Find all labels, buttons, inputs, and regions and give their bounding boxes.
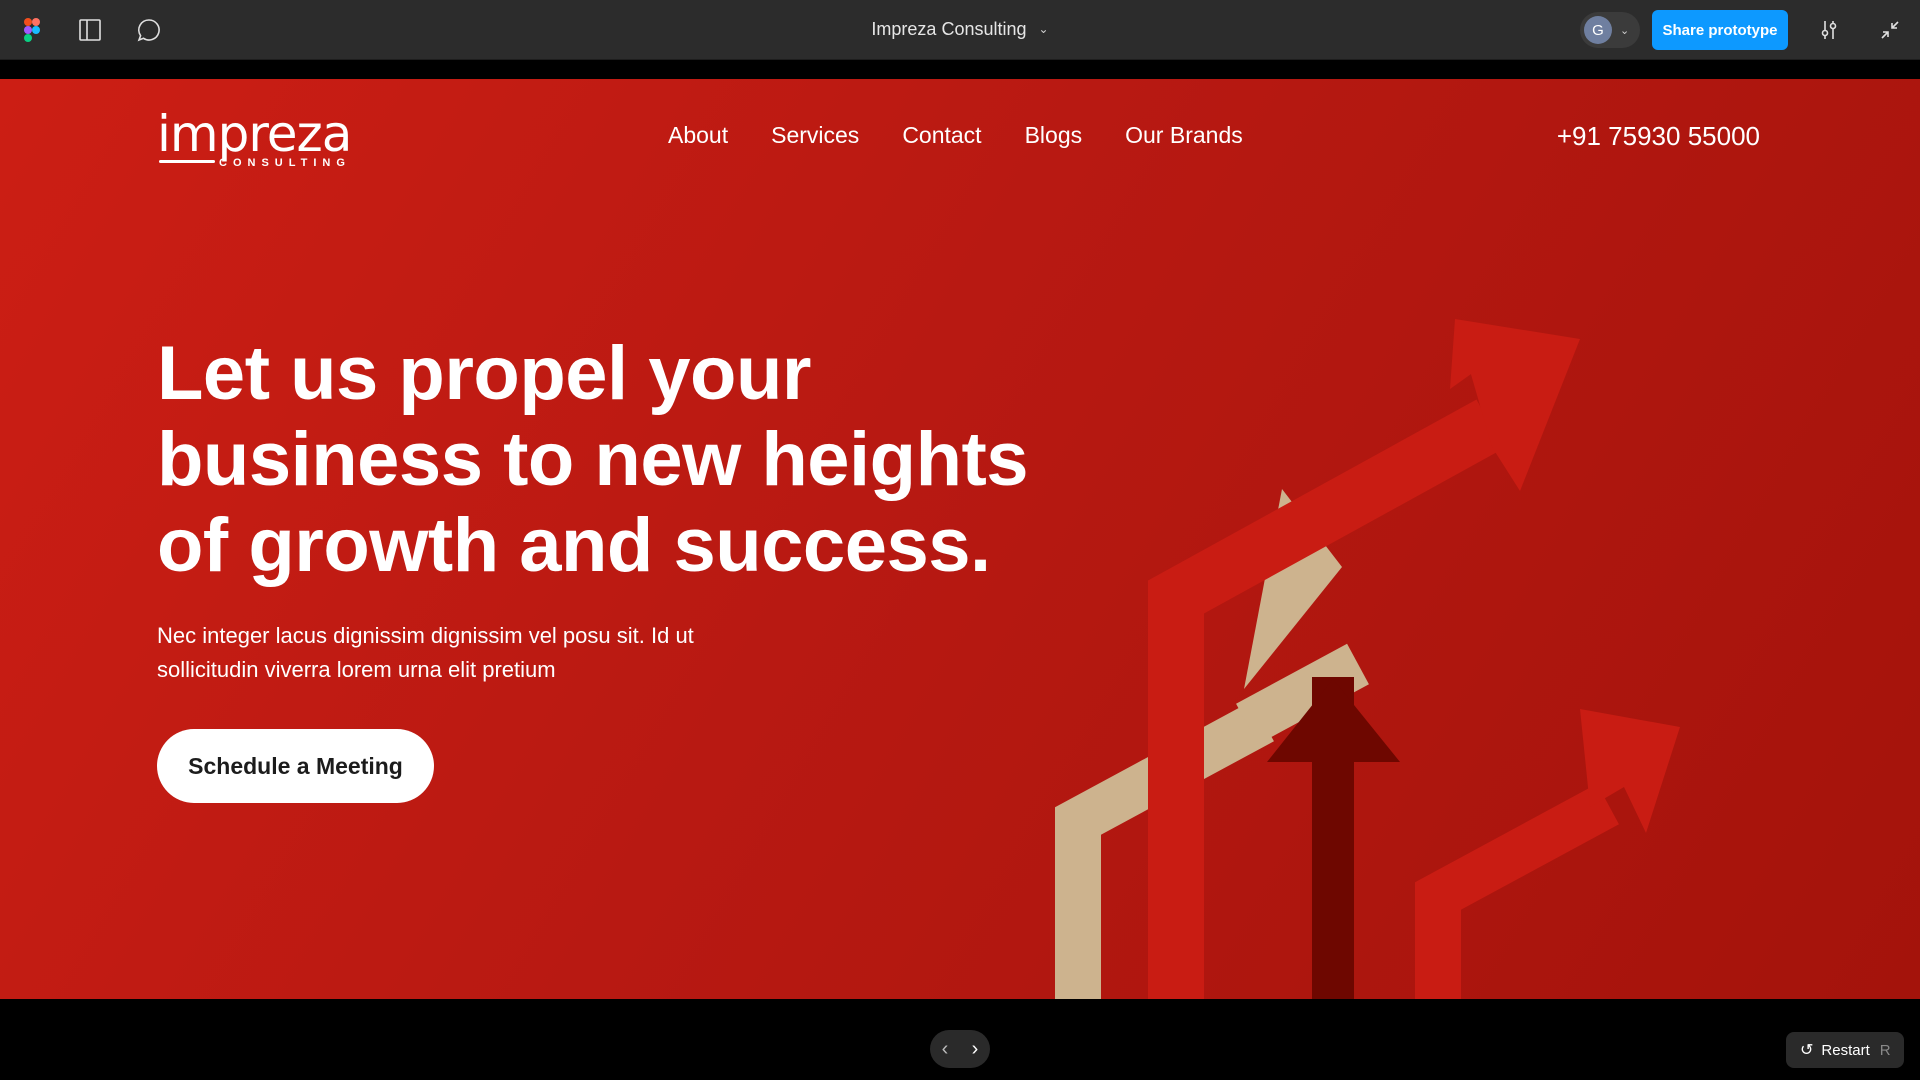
logo-underline — [159, 160, 215, 163]
chevron-left-icon[interactable]: ‹ — [942, 1038, 949, 1061]
share-prototype-button[interactable]: Share prototype — [1652, 10, 1788, 50]
nav-services[interactable]: Services — [771, 122, 859, 149]
small-red-arrow-shaft — [1415, 783, 1619, 999]
hero-title: Let us propel your business to new heigh… — [157, 331, 1057, 589]
logo-wordmark: impreza — [157, 105, 352, 163]
chevron-down-icon[interactable]: ⌄ — [1039, 22, 1049, 36]
nav-blogs[interactable]: Blogs — [1025, 122, 1083, 149]
comment-icon[interactable] — [135, 16, 163, 44]
chevron-down-icon: ⌄ — [1620, 24, 1630, 37]
growth-arrows-illustration — [1055, 319, 1680, 999]
restart-shortcut: R — [1879, 1041, 1891, 1059]
restart-button[interactable]: ↺ Restart R — [1786, 1032, 1904, 1068]
nav-our-brands[interactable]: Our Brands — [1125, 122, 1243, 149]
slide-pager: ‹ › — [930, 1030, 990, 1068]
phone-number-link[interactable]: +91 75930 55000 — [1557, 121, 1760, 152]
hero-subtitle: Nec integer lacus dignissim dignissim ve… — [157, 623, 694, 682]
restart-icon: ↺ — [1800, 1042, 1814, 1059]
restart-label: Restart — [1821, 1041, 1870, 1059]
user-menu[interactable]: G ⌄ — [1580, 12, 1640, 48]
hero-title-line: business to new heights — [157, 417, 1029, 502]
main-nav: About Services Contact Blogs Our Brands — [668, 122, 1243, 149]
settings-sliders-icon[interactable] — [1815, 16, 1843, 44]
hero-title-line: of growth and success. — [157, 503, 991, 588]
panel-toggle-icon[interactable] — [76, 16, 104, 44]
chevron-right-icon[interactable]: › — [972, 1038, 979, 1061]
nav-about[interactable]: About — [668, 122, 728, 149]
file-title[interactable]: Impreza Consulting — [871, 19, 1026, 39]
collapse-icon[interactable] — [1876, 16, 1904, 44]
schedule-meeting-button[interactable]: Schedule a Meeting — [157, 729, 434, 803]
avatar: G — [1584, 16, 1612, 44]
logo-subtitle: CONSULTING — [219, 157, 351, 169]
hero-title-line: Let us propel your — [157, 331, 811, 416]
brand-logo[interactable]: impreza CONSULTING — [157, 105, 352, 169]
figma-logo-icon[interactable] — [18, 16, 46, 44]
prototype-frame: impreza CONSULTING About Services Contac… — [0, 79, 1920, 999]
prototype-toolbar: Impreza Consulting ⌄ G ⌄ Share prototype — [0, 0, 1920, 60]
nav-contact[interactable]: Contact — [902, 122, 981, 149]
